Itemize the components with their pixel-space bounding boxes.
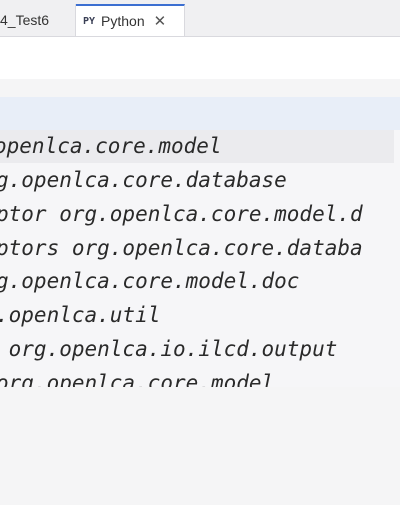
tab-python[interactable]: PY Python ✕ xyxy=(76,4,185,36)
tab-test6[interactable]: 4_Test6 xyxy=(0,4,76,36)
empty-panel-area xyxy=(0,387,400,505)
editor-tab-bar: 4_Test6 PY Python ✕ xyxy=(0,0,400,37)
code-line: g.openlca.core.database xyxy=(0,168,287,192)
close-icon[interactable]: ✕ xyxy=(154,12,167,30)
code-line: ptor org.openlca.core.model.d xyxy=(0,202,363,226)
code-editor[interactable]: openlca.core.model g.openlca.core.databa… xyxy=(0,97,400,387)
tab-label: Python xyxy=(101,13,145,29)
python-file-icon: PY xyxy=(83,15,96,27)
code-line: org.openlca.io.ilcd.output xyxy=(0,337,338,361)
separator xyxy=(0,79,400,97)
code-line: openlca.core.model xyxy=(0,130,394,163)
tab-label: 4_Test6 xyxy=(0,12,50,28)
code-line: g.openlca.core.model.doc xyxy=(0,269,300,293)
editor-toolbar-area xyxy=(0,37,400,79)
current-line-highlight xyxy=(0,97,400,130)
code-line: .openlca.util xyxy=(0,303,161,327)
code-line: ptors org.openlca.core.databa xyxy=(0,236,363,260)
code-line: org.openlca.core.model xyxy=(0,371,275,387)
